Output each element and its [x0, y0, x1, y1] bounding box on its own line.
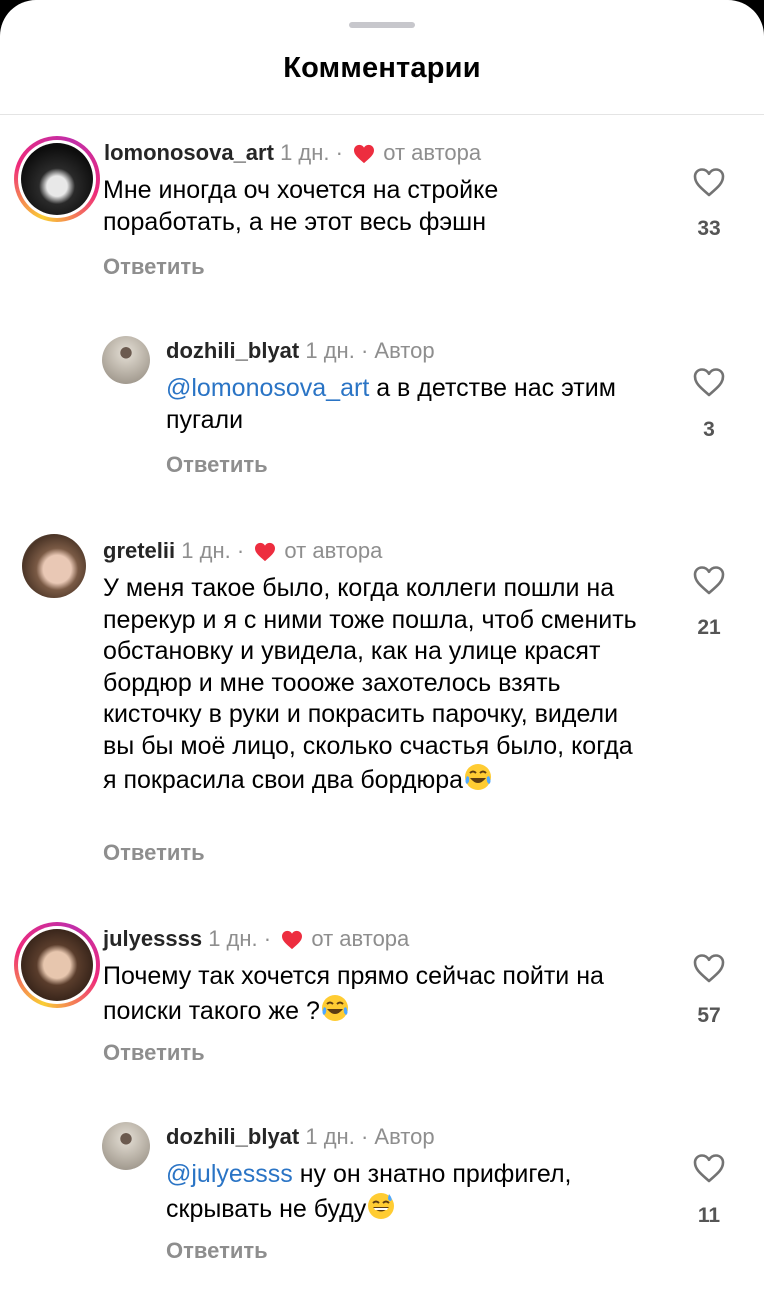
username[interactable]: dozhili_blyat: [166, 1124, 299, 1149]
comment-text: Почему так хочется прямо сейчас пойти на…: [103, 961, 648, 1027]
avatar[interactable]: [102, 1122, 150, 1170]
author-liked-heart-icon: [354, 144, 375, 164]
avatar-story-ring[interactable]: [14, 136, 100, 222]
avatar-image: [102, 1122, 150, 1170]
author-liked-heart-icon: [282, 930, 303, 950]
like-heart-icon[interactable]: [692, 1152, 726, 1184]
meta-separator: ·: [236, 538, 245, 563]
author-liked-label: от автора: [383, 140, 482, 165]
reply-button[interactable]: Ответить: [166, 452, 268, 478]
timestamp: 1 дн.: [208, 926, 258, 951]
comment-text: @lomonosova_art а в детстве нас этим пуг…: [166, 373, 626, 436]
grinning-sweat-emoji-icon: [368, 1192, 395, 1219]
avatar: [21, 143, 93, 215]
timestamp: 1 дн.: [280, 140, 330, 165]
comment-text: @julyessss ну он знатно прифигел, скрыва…: [166, 1159, 636, 1225]
comment-body: Почему так хочется прямо сейчас пойти на…: [103, 962, 604, 1025]
avatar[interactable]: [22, 534, 86, 598]
header-divider: [0, 114, 764, 115]
comment-meta: dozhili_blyat 1 дн. · Автор: [166, 1123, 435, 1151]
author-liked-label: от автора: [311, 926, 410, 951]
tears-of-joy-emoji-icon: [321, 994, 348, 1021]
like-count: 33: [697, 217, 721, 240]
username[interactable]: gretelii: [103, 538, 175, 563]
username[interactable]: julyessss: [103, 926, 202, 951]
like-heart-icon[interactable]: [692, 366, 726, 398]
mention-link[interactable]: @lomonosova_art: [166, 374, 369, 402]
meta-separator: ·: [335, 140, 343, 165]
author-badge: Автор: [374, 338, 435, 363]
sheet-grabber[interactable]: [349, 22, 415, 28]
like-heart-icon[interactable]: [692, 166, 726, 198]
meta-separator: ·: [360, 338, 369, 363]
reply-button[interactable]: Ответить: [103, 840, 205, 866]
timestamp: 1 дн.: [305, 1124, 355, 1149]
meta-separator: ·: [360, 1124, 369, 1149]
comment-body: У меня такое было, когда коллеги пошли н…: [103, 574, 637, 794]
like-count: 21: [697, 616, 721, 639]
author-badge: Автор: [374, 1124, 435, 1149]
like-count: 11: [697, 1204, 721, 1227]
comment-text: У меня такое было, когда коллеги пошли н…: [103, 573, 648, 797]
comments-sheet: Комментарии lomonosova_art 1 дн. · от ав…: [0, 0, 764, 1300]
username[interactable]: lomonosova_art: [104, 140, 274, 165]
comment-meta: lomonosova_art 1 дн. · от автора: [104, 139, 481, 167]
page-title: Комментарии: [283, 52, 481, 84]
comment-meta: julyessss 1 дн. · от автора: [103, 925, 409, 953]
author-liked-label: от автора: [284, 538, 383, 563]
reply-button[interactable]: Ответить: [103, 254, 205, 280]
avatar-story-ring[interactable]: [14, 922, 100, 1008]
meta-separator: ·: [263, 926, 272, 951]
comment-meta: dozhili_blyat 1 дн. · Автор: [166, 337, 435, 365]
like-heart-icon[interactable]: [692, 564, 726, 596]
mention-link[interactable]: @julyessss: [166, 1160, 293, 1188]
avatar-image: [102, 336, 150, 384]
comment-body: Мне иногда оч хочется на стройке поработ…: [103, 176, 499, 236]
avatar[interactable]: [102, 336, 150, 384]
timestamp: 1 дн.: [181, 538, 231, 563]
username[interactable]: dozhili_blyat: [166, 338, 299, 363]
avatar-image: [22, 534, 86, 598]
like-count: 3: [703, 418, 715, 441]
avatar: [21, 929, 93, 1001]
author-liked-heart-icon: [255, 542, 276, 562]
timestamp: 1 дн.: [305, 338, 355, 363]
reply-button[interactable]: Ответить: [166, 1238, 268, 1264]
tears-of-joy-emoji-icon: [465, 764, 492, 790]
like-count: 57: [697, 1004, 721, 1027]
comment-text: Мне иногда оч хочется на стройке поработ…: [103, 175, 583, 238]
like-heart-icon[interactable]: [692, 952, 726, 984]
reply-button[interactable]: Ответить: [103, 1040, 205, 1066]
comment-meta: gretelii 1 дн. · от автора: [103, 537, 382, 565]
